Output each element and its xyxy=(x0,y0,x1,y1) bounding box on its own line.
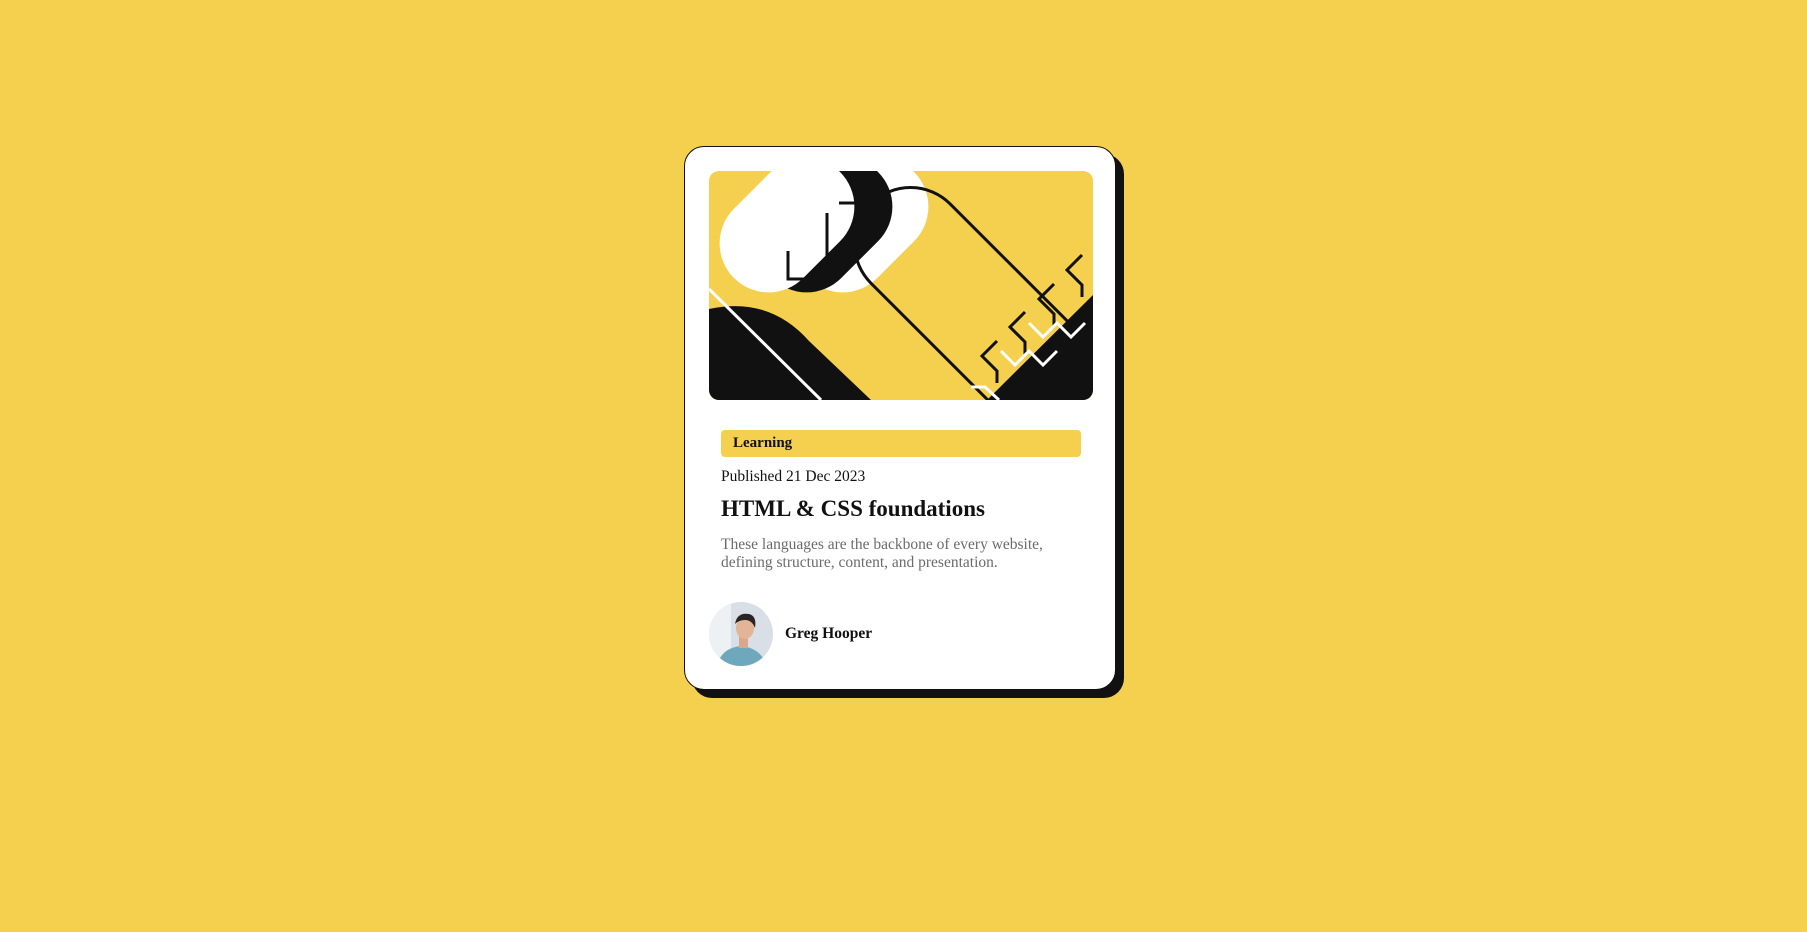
avatar xyxy=(709,602,773,666)
card-title[interactable]: HTML & CSS foundations xyxy=(721,496,985,522)
card-description: These languages are the backbone of ever… xyxy=(721,536,1043,571)
page-background: { "card": { "tag": "Learning", "publishe… xyxy=(0,0,1807,932)
author-info: Greg Hooper xyxy=(709,602,872,666)
hero-illustration xyxy=(709,171,1093,400)
author-name: Greg Hooper xyxy=(785,625,873,642)
blog-preview-card: Learning Published 21 Dec 2023 HTML & CS… xyxy=(684,146,1116,690)
category-tag: Learning xyxy=(721,430,1081,457)
published-date: Published 21 Dec 2023 xyxy=(721,468,866,485)
